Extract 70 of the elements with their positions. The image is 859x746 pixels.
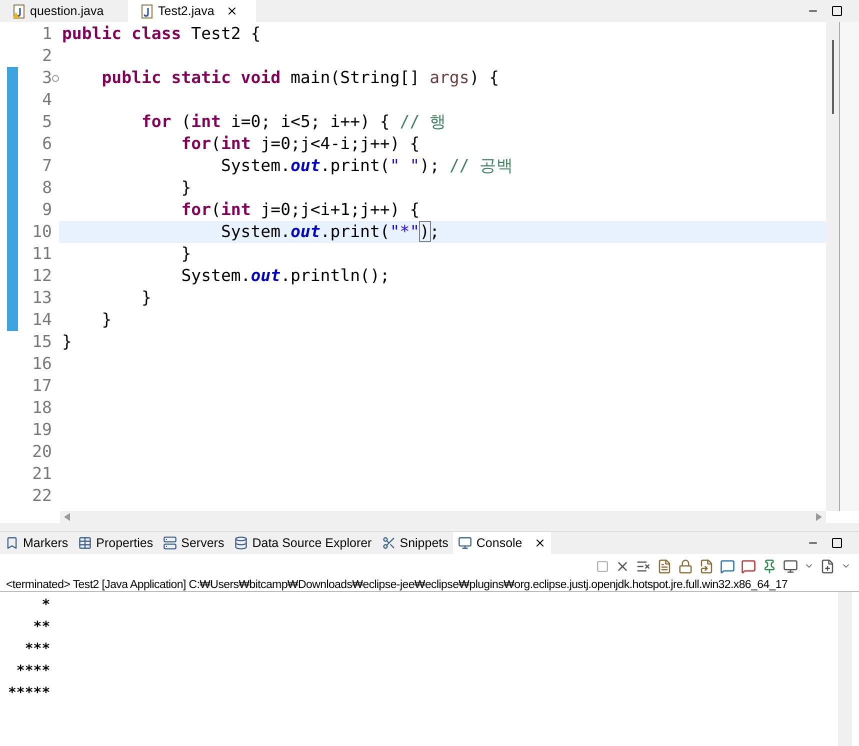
line-number: 4 [42, 88, 52, 111]
view-tab[interactable]: Snippets [376, 532, 454, 554]
console-output-line: ***** [8, 684, 50, 702]
maximize-icon[interactable] [831, 5, 843, 17]
line-number: 2 [42, 44, 52, 67]
line-number: 7 [42, 154, 52, 177]
code-line: System.out.print("*"); [220, 220, 440, 243]
close-icon[interactable] [534, 537, 546, 549]
remove-all-icon[interactable] [636, 558, 651, 574]
markers-icon [5, 536, 19, 550]
view-tab[interactable]: Servers [158, 532, 230, 554]
line-number: 8 [42, 176, 52, 199]
line-number: 12 [32, 264, 52, 287]
code-line: public static void main(String[] args) { [100, 66, 500, 89]
new-file-icon[interactable] [820, 558, 835, 574]
line-number: 16 [32, 352, 52, 375]
console-output-line: * [40, 596, 50, 614]
fold-icon[interactable] [52, 74, 59, 82]
line-number: 3 [42, 66, 52, 89]
view-tab[interactable]: Properties [73, 532, 158, 554]
code-line: } [180, 242, 192, 265]
maximize-icon[interactable] [831, 537, 843, 549]
code-line: } [140, 286, 152, 309]
line-number: 20 [32, 440, 52, 463]
console-status: <terminated> Test2 [Java Application] C:₩Users₩bitcamp₩Downloads₩eclipse-jee₩eclipse₩plugins₩org.eclipse.justj.openjdk.hotspot.jre.full.win32.x86_64_17 [5, 578, 788, 591]
vertical-scrollbar[interactable] [838, 592, 852, 746]
lock-icon[interactable] [678, 558, 693, 574]
view-tab[interactable]: Markers [0, 532, 74, 554]
console-output-line: **** [15, 662, 50, 680]
console-icon [458, 536, 472, 550]
code-line: } [180, 176, 192, 199]
line-number: 17 [32, 374, 52, 397]
code-line: } [62, 330, 72, 353]
servers-icon [163, 536, 178, 550]
code-line: System.out.println(); [180, 264, 390, 287]
monitor-icon[interactable] [783, 558, 798, 574]
close-icon[interactable] [226, 5, 238, 17]
line-number: 10 [32, 220, 52, 243]
code-line: public class Test2 { [62, 22, 261, 45]
code-line: for (int i=0; i<5; i++) { // 행 [140, 110, 447, 133]
line-number: 13 [32, 286, 52, 309]
view-tab[interactable]: Console [453, 532, 552, 554]
line-number: 18 [32, 396, 52, 419]
code-line: for(int j=0;j<4-i;j++) { [180, 132, 420, 155]
line-number: 9 [42, 198, 52, 221]
document-link-icon[interactable] [699, 558, 714, 574]
code-line: } [100, 308, 112, 331]
document-icon[interactable] [657, 558, 672, 574]
pin-icon[interactable] [762, 558, 777, 574]
editor-tab[interactable]: Test2.java [128, 0, 256, 22]
line-number: 1 [42, 22, 52, 45]
vertical-scrollbar[interactable] [826, 22, 839, 511]
line-number: 21 [32, 462, 52, 485]
line-number: 11 [32, 242, 52, 265]
console-output-line: *** [24, 640, 50, 658]
line-number: 6 [42, 132, 52, 155]
console-output-line: ** [32, 618, 50, 636]
datasource-icon [234, 536, 248, 550]
line-number: 5 [42, 110, 52, 133]
code-line: System.out.print(" "); // 공백 [220, 154, 514, 177]
properties-icon [78, 536, 92, 550]
line-number: 14 [32, 308, 52, 331]
snippets-icon [382, 536, 396, 550]
line-number: 15 [32, 330, 52, 353]
code-line: for(int j=0;j<i+1;j++) { [180, 198, 420, 221]
line-number: 22 [32, 484, 52, 507]
message-icon[interactable] [720, 558, 735, 574]
message-error-icon[interactable] [741, 558, 756, 574]
view-tab[interactable]: Data Source Explorer [229, 532, 377, 554]
line-number: 19 [32, 418, 52, 441]
